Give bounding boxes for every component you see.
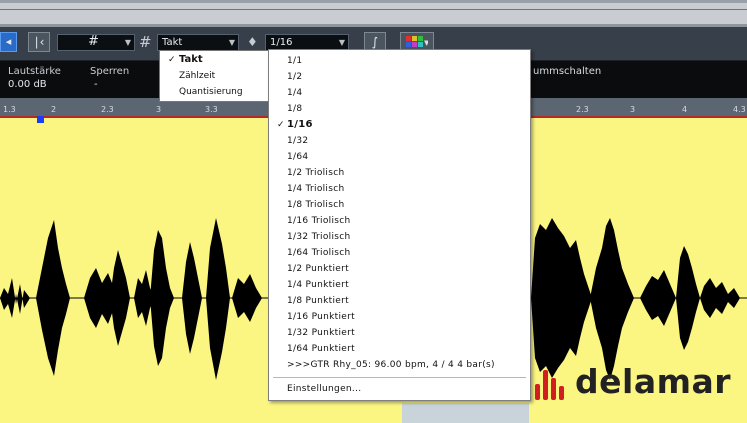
lock-label: Sperren [90,66,130,77]
logo-bar [551,378,556,400]
quantize-icon: ♦ [247,35,258,49]
menu-item-q-1-64-dotted[interactable]: 1/64 Punktiert [269,341,530,357]
quantize-curve-icon: ∫ [371,35,379,49]
menu-item-q-1-64[interactable]: 1/64 [269,149,530,165]
grid-type-select[interactable]: Takt ▼ [157,34,239,51]
split-snap-button[interactable]: ∣‹ [28,32,50,52]
switch-label: ummschalten [533,66,602,77]
menu-item-label: 1/4 [287,88,303,98]
menu-item-label: 1/64 Triolisch [287,248,351,258]
menu-item-label: 1/32 [287,136,309,146]
menu-item-q-1-4[interactable]: 1/4 [269,85,530,101]
grid-icon: # [88,34,99,49]
menu-item-label: 1/4 Punktiert [287,280,349,290]
menu-item-label: 1/32 Triolisch [287,232,351,242]
menu-item-label: 1/16 Punktiert [287,312,355,322]
ruler-tick-label: 4 [682,105,688,114]
menu-item-q-1-8-triplet[interactable]: 1/8 Triolisch [269,197,530,213]
menu-item-label: 1/8 Triolisch [287,200,345,210]
chevron-down-icon: ▼ [338,38,345,47]
chevron-down-icon: ▼ [124,38,131,47]
menu-item-label: Einstellungen... [287,384,362,394]
logo-bar [543,370,548,400]
color-palette-icon: ▼ [406,36,430,47]
menu-item-q-1-16[interactable]: ✓ 1/16 [269,117,530,133]
menu-item-q-1-4-dotted[interactable]: 1/4 Punktiert [269,277,530,293]
ruler-tick-label: 3 [156,105,162,114]
quantize-value: 1/16 [270,37,293,48]
grid-icon: # [139,33,152,51]
menu-item-label: 1/32 Punktiert [287,328,355,338]
menu-item-label: 1/1 [287,56,303,66]
ruler-tick-label: 1.3 [3,105,16,114]
snap-split-icon: ∣‹ [33,35,45,49]
menu-item-label: 1/2 Punktiert [287,264,349,274]
menu-item-q-1-32[interactable]: 1/32 [269,133,530,149]
logo-bar [559,386,564,400]
menu-item-label: 1/2 Triolisch [287,168,345,178]
menu-item-q-1-4-triplet[interactable]: 1/4 Triolisch [269,181,530,197]
menu-item-q-1-8[interactable]: 1/8 [269,101,530,117]
menu-item-q-file-grid[interactable]: >>>GTR Rhy_05: 96.00 bpm, 4 / 4 4 bar(s) [269,357,530,373]
menu-item-label: 1/8 Punktiert [287,296,349,306]
logo-bar [535,384,540,400]
ruler-tick-label: 2.3 [101,105,114,114]
svg-text:▼: ▼ [424,39,428,47]
menu-item-q-1-16-triplet[interactable]: 1/16 Triolisch [269,213,530,229]
ruler-tick-label: 4.3 [733,105,746,114]
position-marker[interactable] [37,116,44,123]
menu-item-q-1-32-dotted[interactable]: 1/32 Punktiert [269,325,530,341]
menu-item-label: 1/64 [287,152,309,162]
ruler-tick-label: 3.3 [205,105,218,114]
menu-item-label: 1/16 [287,119,313,130]
menu-item-q-1-16-dotted[interactable]: 1/16 Punktiert [269,309,530,325]
selection-range[interactable] [402,403,529,423]
menu-item-label: Takt [179,54,203,65]
menu-separator [273,377,526,378]
lock-value[interactable]: - [94,79,98,90]
ruler-tick-label: 3 [630,105,636,114]
checkmark-icon: ✓ [277,120,285,130]
menu-item-q-1-2[interactable]: 1/2 [269,69,530,85]
menu-item-settings[interactable]: Einstellungen... [269,381,530,397]
menu-item-zaehlzeit[interactable]: Zählzeit [160,68,268,84]
menu-item-q-1-32-triplet[interactable]: 1/32 Triolisch [269,229,530,245]
checkmark-icon: ✓ [168,55,176,65]
grid-display-select[interactable]: # ▼ [57,34,135,51]
menu-item-takt[interactable]: ✓ Takt [160,52,268,68]
menu-item-q-1-2-triplet[interactable]: 1/2 Triolisch [269,165,530,181]
menu-item-label: Zählzeit [179,71,216,81]
window-title-bar [0,0,747,27]
menu-item-q-1-8-dotted[interactable]: 1/8 Punktiert [269,293,530,309]
grid-type-menu: ✓ Takt Zählzeit Quantisierung [159,50,269,102]
title-bar-divider [0,9,747,10]
menu-item-label: 1/8 [287,104,303,114]
ruler-tick-label: 2.3 [576,105,589,114]
menu-item-q-1-2-dotted[interactable]: 1/2 Punktiert [269,261,530,277]
menu-item-q-1-1[interactable]: 1/1 [269,53,530,69]
grid-type-value: Takt [162,37,183,48]
menu-item-label: >>>GTR Rhy_05: 96.00 bpm, 4 / 4 4 bar(s) [287,360,495,370]
menu-item-label: 1/16 Triolisch [287,216,351,226]
volume-label: Lautstärke [8,66,61,77]
menu-item-quantisierung[interactable]: Quantisierung [160,84,268,100]
ruler-tick-label: 2 [51,105,57,114]
quantize-menu: 1/1 1/2 1/4 1/8 ✓ 1/16 1/32 1/64 1/2 Trio… [268,49,531,401]
menu-item-label: Quantisierung [179,87,243,97]
logo-text: delamar [575,362,732,401]
volume-value[interactable]: 0.00 dB [8,79,47,90]
delamar-logo: delamar [531,362,745,408]
arrow-left-icon: ◂ [5,35,12,48]
menu-item-label: 1/2 [287,72,303,82]
menu-item-label: 1/64 Punktiert [287,344,355,354]
play-nav-button[interactable]: ◂ [0,32,17,52]
title-bar-edge [0,0,747,3]
menu-item-q-1-64-triplet[interactable]: 1/64 Triolisch [269,245,530,261]
menu-item-label: 1/4 Triolisch [287,184,345,194]
chevron-down-icon: ▼ [228,38,235,47]
